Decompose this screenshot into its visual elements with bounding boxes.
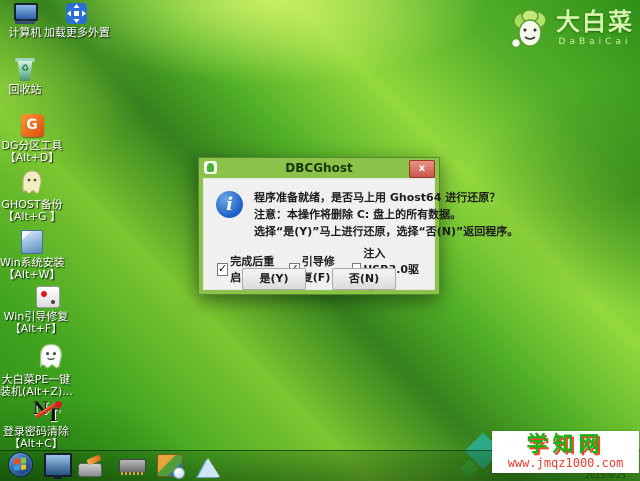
taskbar-display-icon[interactable] bbox=[44, 453, 72, 479]
dialog-title: DBCGhost bbox=[285, 161, 353, 175]
desktop-icon-boot-repair[interactable]: Win引导修复 【Alt+F】 bbox=[0, 286, 72, 334]
desktop-icon-label: Win系统安装 bbox=[0, 256, 65, 269]
logo-title: 大白菜 bbox=[556, 8, 634, 36]
desktop-icon-hotkey: 【Alt+C】 bbox=[9, 437, 63, 450]
taskbar-disk-cleaner-icon[interactable] bbox=[78, 454, 102, 477]
desktop-icon-recycle-bin[interactable]: ♻ 回收站 bbox=[2, 58, 48, 95]
boot-repair-icon bbox=[36, 286, 60, 308]
taskbar-input-method-icon[interactable] bbox=[198, 458, 220, 477]
ghost-icon bbox=[19, 169, 45, 196]
checkbox-box[interactable]: ✓ bbox=[217, 262, 229, 276]
desktop-icon-hotkey: 装机(Alt+Z)... bbox=[0, 385, 73, 398]
desktop-icon-hotkey: 【Alt+W】 bbox=[3, 268, 61, 281]
watermark-box: 学知网 www.jmqz1000.com bbox=[492, 431, 639, 473]
taskbar-imaging-icon[interactable] bbox=[157, 454, 185, 479]
dialog-message-line2: 注意：本操作将删除 C: 盘上的所有数据。 bbox=[254, 208, 462, 221]
desktop-icon-more-tools[interactable]: 加载更多外置 bbox=[44, 3, 110, 39]
desktop-icon-win-install[interactable]: Win系统安装 【Alt+W】 bbox=[0, 230, 65, 281]
desktop-icon-dg-partition[interactable]: G DG分区工具 【Alt+D】 bbox=[0, 114, 64, 163]
desktop-icon-hotkey: 【Alt+F】 bbox=[9, 322, 63, 335]
desktop-icon-label: 登录密码清除 bbox=[3, 425, 69, 438]
recycle-bin-icon: ♻ bbox=[15, 58, 35, 81]
dialog-message-line1: 程序准备就绪，是否马上用 Ghost64 进行还原？ bbox=[254, 191, 501, 204]
dbcghost-dialog: DBCGhost x i 程序准备就绪，是否马上用 Ghost64 进行还原？ … bbox=[198, 157, 518, 295]
external-tools-icon bbox=[65, 3, 87, 24]
desktop-icon-label: Win引导修复 bbox=[3, 310, 69, 323]
install-package-icon bbox=[21, 230, 43, 254]
dabaicai-logo: 大白菜 DaBaiCai bbox=[510, 9, 634, 59]
logo-subtitle: DaBaiCai bbox=[558, 37, 632, 47]
dabaicai-ghost-icon bbox=[36, 342, 66, 371]
yes-button[interactable]: 是(Y) bbox=[242, 268, 306, 290]
desktop-icon-computer[interactable]: 计算机 bbox=[2, 3, 48, 38]
desktop-icon-label: 回收站 bbox=[8, 83, 42, 96]
dialog-message-line3: 选择“是(Y)”马上进行还原，选择“否(N)”返回程序。 bbox=[254, 225, 519, 238]
info-icon: i bbox=[216, 191, 243, 218]
desktop-icon-label: 加载更多外置 bbox=[44, 26, 110, 39]
computer-icon bbox=[12, 3, 38, 24]
watermark-title: 学知网 bbox=[526, 432, 605, 456]
desktop-icon-ghost-backup[interactable]: GHOST备份 【Alt+G 】 bbox=[0, 169, 64, 222]
desktop-icon-label: 计算机 bbox=[8, 26, 42, 39]
dialog-body: i 程序准备就绪，是否马上用 Ghost64 进行还原？ 注意：本操作将删除 C… bbox=[203, 178, 518, 292]
windows-flag-icon bbox=[14, 457, 26, 471]
taskbar-memory-icon[interactable] bbox=[119, 459, 146, 475]
ntpwedit-icon: NT bbox=[32, 399, 62, 426]
no-button[interactable]: 否(N) bbox=[332, 268, 396, 290]
watermark-url: www.jmqz1000.com bbox=[507, 456, 624, 470]
desktop-icon-label: DG分区工具 bbox=[1, 139, 63, 152]
diskgenius-icon: G bbox=[20, 114, 44, 137]
desktop-icon-hotkey: 【Alt+D】 bbox=[4, 151, 60, 164]
desktop-icon-hotkey: 【Alt+G 】 bbox=[2, 210, 62, 223]
desktop: 计算机 加载更多外置 ♻ 回收站 G DG分区工具 【Alt+D】 GHOST备… bbox=[0, 0, 640, 481]
start-button[interactable] bbox=[8, 452, 33, 477]
desktop-icon-dabaicai-pe[interactable]: 大白菜PE一键 装机(Alt+Z)... bbox=[0, 342, 73, 398]
desktop-icon-password-clear[interactable]: NT 登录密码清除 【Alt+C】 bbox=[0, 399, 72, 449]
close-icon[interactable]: x bbox=[409, 160, 435, 178]
dabaicai-mascot-icon bbox=[510, 9, 550, 59]
desktop-icon-label: 大白菜PE一键 bbox=[1, 373, 71, 386]
desktop-icon-label: GHOST备份 bbox=[1, 198, 63, 211]
